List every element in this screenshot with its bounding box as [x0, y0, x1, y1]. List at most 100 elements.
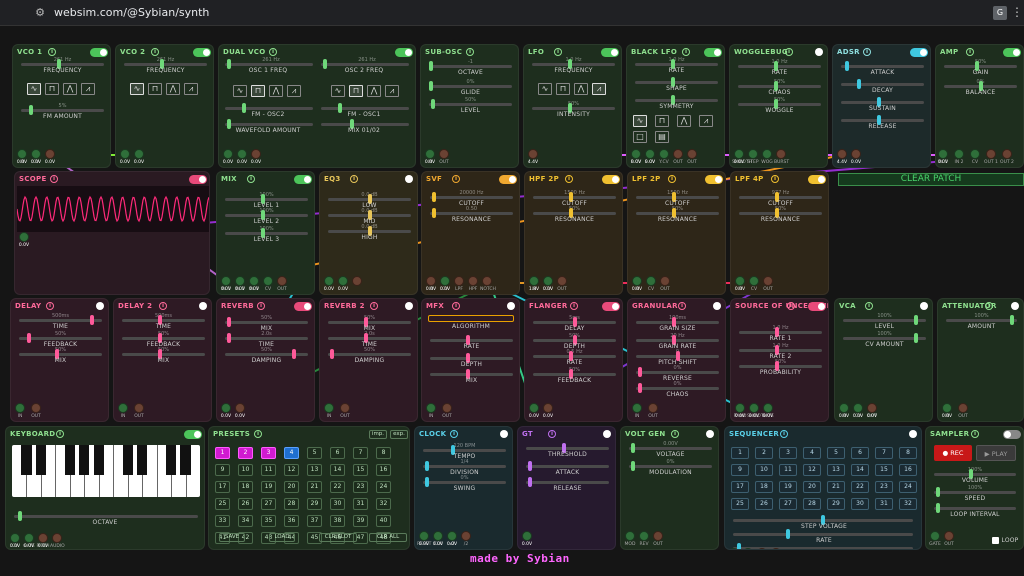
power-toggle[interactable]: [500, 430, 508, 438]
jack-out[interactable]: [557, 276, 567, 286]
saw-wave-button[interactable]: ⩘: [184, 83, 198, 95]
l1-slider[interactable]: [21, 59, 104, 69]
l2-slider[interactable]: [430, 208, 513, 218]
square-wave-button[interactable]: ⊓: [45, 83, 59, 95]
step-button-20[interactable]: 20: [803, 481, 821, 493]
info-icon[interactable]: i: [46, 302, 54, 310]
preset-slot-16[interactable]: 16: [376, 464, 391, 476]
info-icon[interactable]: i: [671, 430, 679, 438]
jack-out-1[interactable]: [986, 149, 996, 159]
info-icon[interactable]: i: [865, 302, 873, 310]
step-button-22[interactable]: 22: [851, 481, 869, 493]
preset-slot-18[interactable]: 18: [238, 481, 253, 493]
l3-slider[interactable]: [328, 349, 411, 359]
saw-wave-button[interactable]: ⩘: [81, 83, 95, 95]
l1-slider[interactable]: [328, 194, 411, 204]
jack-1[interactable]: [338, 276, 348, 286]
power-toggle[interactable]: [603, 430, 611, 438]
jack-step[interactable]: [748, 149, 758, 159]
jack-out[interactable]: [340, 403, 350, 413]
l2-slider[interactable]: [430, 335, 513, 345]
preset-slot-39[interactable]: 39: [353, 515, 368, 527]
info-icon[interactable]: i: [370, 302, 378, 310]
preset-slot-25[interactable]: 25: [215, 498, 230, 510]
l3-slider[interactable]: [841, 97, 924, 107]
l1-slider[interactable]: [124, 59, 207, 69]
step-button-15[interactable]: 15: [875, 464, 893, 476]
power-toggle[interactable]: [808, 302, 826, 311]
l3-slider[interactable]: [19, 349, 102, 359]
l3-slider[interactable]: [423, 477, 506, 487]
jack-0[interactable]: [522, 531, 532, 541]
jack-out[interactable]: [648, 403, 658, 413]
jack-in-1[interactable]: [938, 149, 948, 159]
power-toggle[interactable]: [395, 48, 413, 57]
l2-slider[interactable]: [841, 79, 924, 89]
l2-slider[interactable]: [944, 81, 1017, 91]
sine-wave-button[interactable]: ∿: [233, 85, 247, 97]
jack-in-2[interactable]: [954, 149, 964, 159]
triangle-wave-button[interactable]: ⋀: [166, 83, 180, 95]
record-button[interactable]: ● REC: [934, 445, 972, 461]
jack-cv[interactable]: [853, 403, 863, 413]
menu-icon[interactable]: ⋮: [1011, 5, 1023, 19]
preset-slot-8[interactable]: 8: [376, 447, 391, 459]
jack-s.cv[interactable]: [645, 149, 655, 159]
preset-slot-22[interactable]: 22: [330, 481, 345, 493]
volume-slider[interactable]: [934, 469, 1016, 479]
jack-y.cv[interactable]: [659, 149, 669, 159]
jack-r.cv[interactable]: [631, 149, 641, 159]
step-button-17[interactable]: 17: [731, 481, 749, 493]
jack-out[interactable]: [134, 403, 144, 413]
site-settings-icon[interactable]: ⚙: [33, 6, 47, 20]
l1-slider[interactable]: [526, 443, 609, 453]
rate-slider[interactable]: [733, 529, 913, 539]
info-icon[interactable]: i: [56, 430, 64, 438]
l1-slider[interactable]: [328, 317, 411, 327]
jack-in[interactable]: [632, 403, 642, 413]
jack-out[interactable]: [763, 276, 773, 286]
clr-slot-button[interactable]: CLR SLOT: [319, 533, 357, 542]
step-button-29[interactable]: 29: [827, 498, 845, 510]
preset-slot-21[interactable]: 21: [307, 481, 322, 493]
step-button-14[interactable]: 14: [851, 464, 869, 476]
jack-0[interactable]: [120, 149, 130, 159]
jack-in[interactable]: [425, 149, 435, 159]
l3-slider[interactable]: [636, 351, 719, 361]
l1-slider[interactable]: [429, 61, 512, 71]
square-wave-button[interactable]: ⊓: [349, 85, 363, 97]
l1-slider[interactable]: [738, 61, 821, 71]
step-button-25[interactable]: 25: [731, 498, 749, 510]
step-button-5[interactable]: 5: [827, 447, 845, 459]
preset-slot-14[interactable]: 14: [330, 464, 345, 476]
jack-smooth[interactable]: [734, 149, 744, 159]
jack-gate[interactable]: [930, 531, 940, 541]
saw-wave-button[interactable]: ⩘: [592, 83, 606, 95]
export-button[interactable]: exp.: [390, 430, 408, 439]
jack-rand[interactable]: [735, 403, 745, 413]
save-button[interactable]: SAVE: [219, 533, 245, 542]
jack-0[interactable]: [324, 276, 334, 286]
loop-interval-slider[interactable]: [934, 503, 1016, 513]
l2-slider[interactable]: [423, 461, 506, 471]
l4-slider[interactable]: [430, 369, 513, 379]
info-icon[interactable]: i: [450, 430, 458, 438]
preset-slot-15[interactable]: 15: [353, 464, 368, 476]
jack-audio[interactable]: [52, 533, 62, 543]
info-icon[interactable]: i: [966, 48, 974, 56]
l1-slider[interactable]: [122, 315, 205, 325]
step-button-21[interactable]: 21: [827, 481, 845, 493]
preset-slot-35[interactable]: 35: [261, 515, 276, 527]
step-button-30[interactable]: 30: [851, 498, 869, 510]
black-key[interactable]: [180, 445, 191, 475]
l1-slider[interactable]: [843, 315, 926, 325]
jack-in[interactable]: [118, 403, 128, 413]
l2-slider[interactable]: [526, 461, 609, 471]
triangle-wave-button[interactable]: ⋀: [269, 85, 283, 97]
step-button-26[interactable]: 26: [755, 498, 773, 510]
info-icon[interactable]: i: [780, 430, 788, 438]
l3-slider[interactable]: [429, 99, 512, 109]
jack-out[interactable]: [944, 531, 954, 541]
l4-slider[interactable]: [636, 367, 719, 377]
square-wave-button[interactable]: ⊓: [556, 83, 570, 95]
